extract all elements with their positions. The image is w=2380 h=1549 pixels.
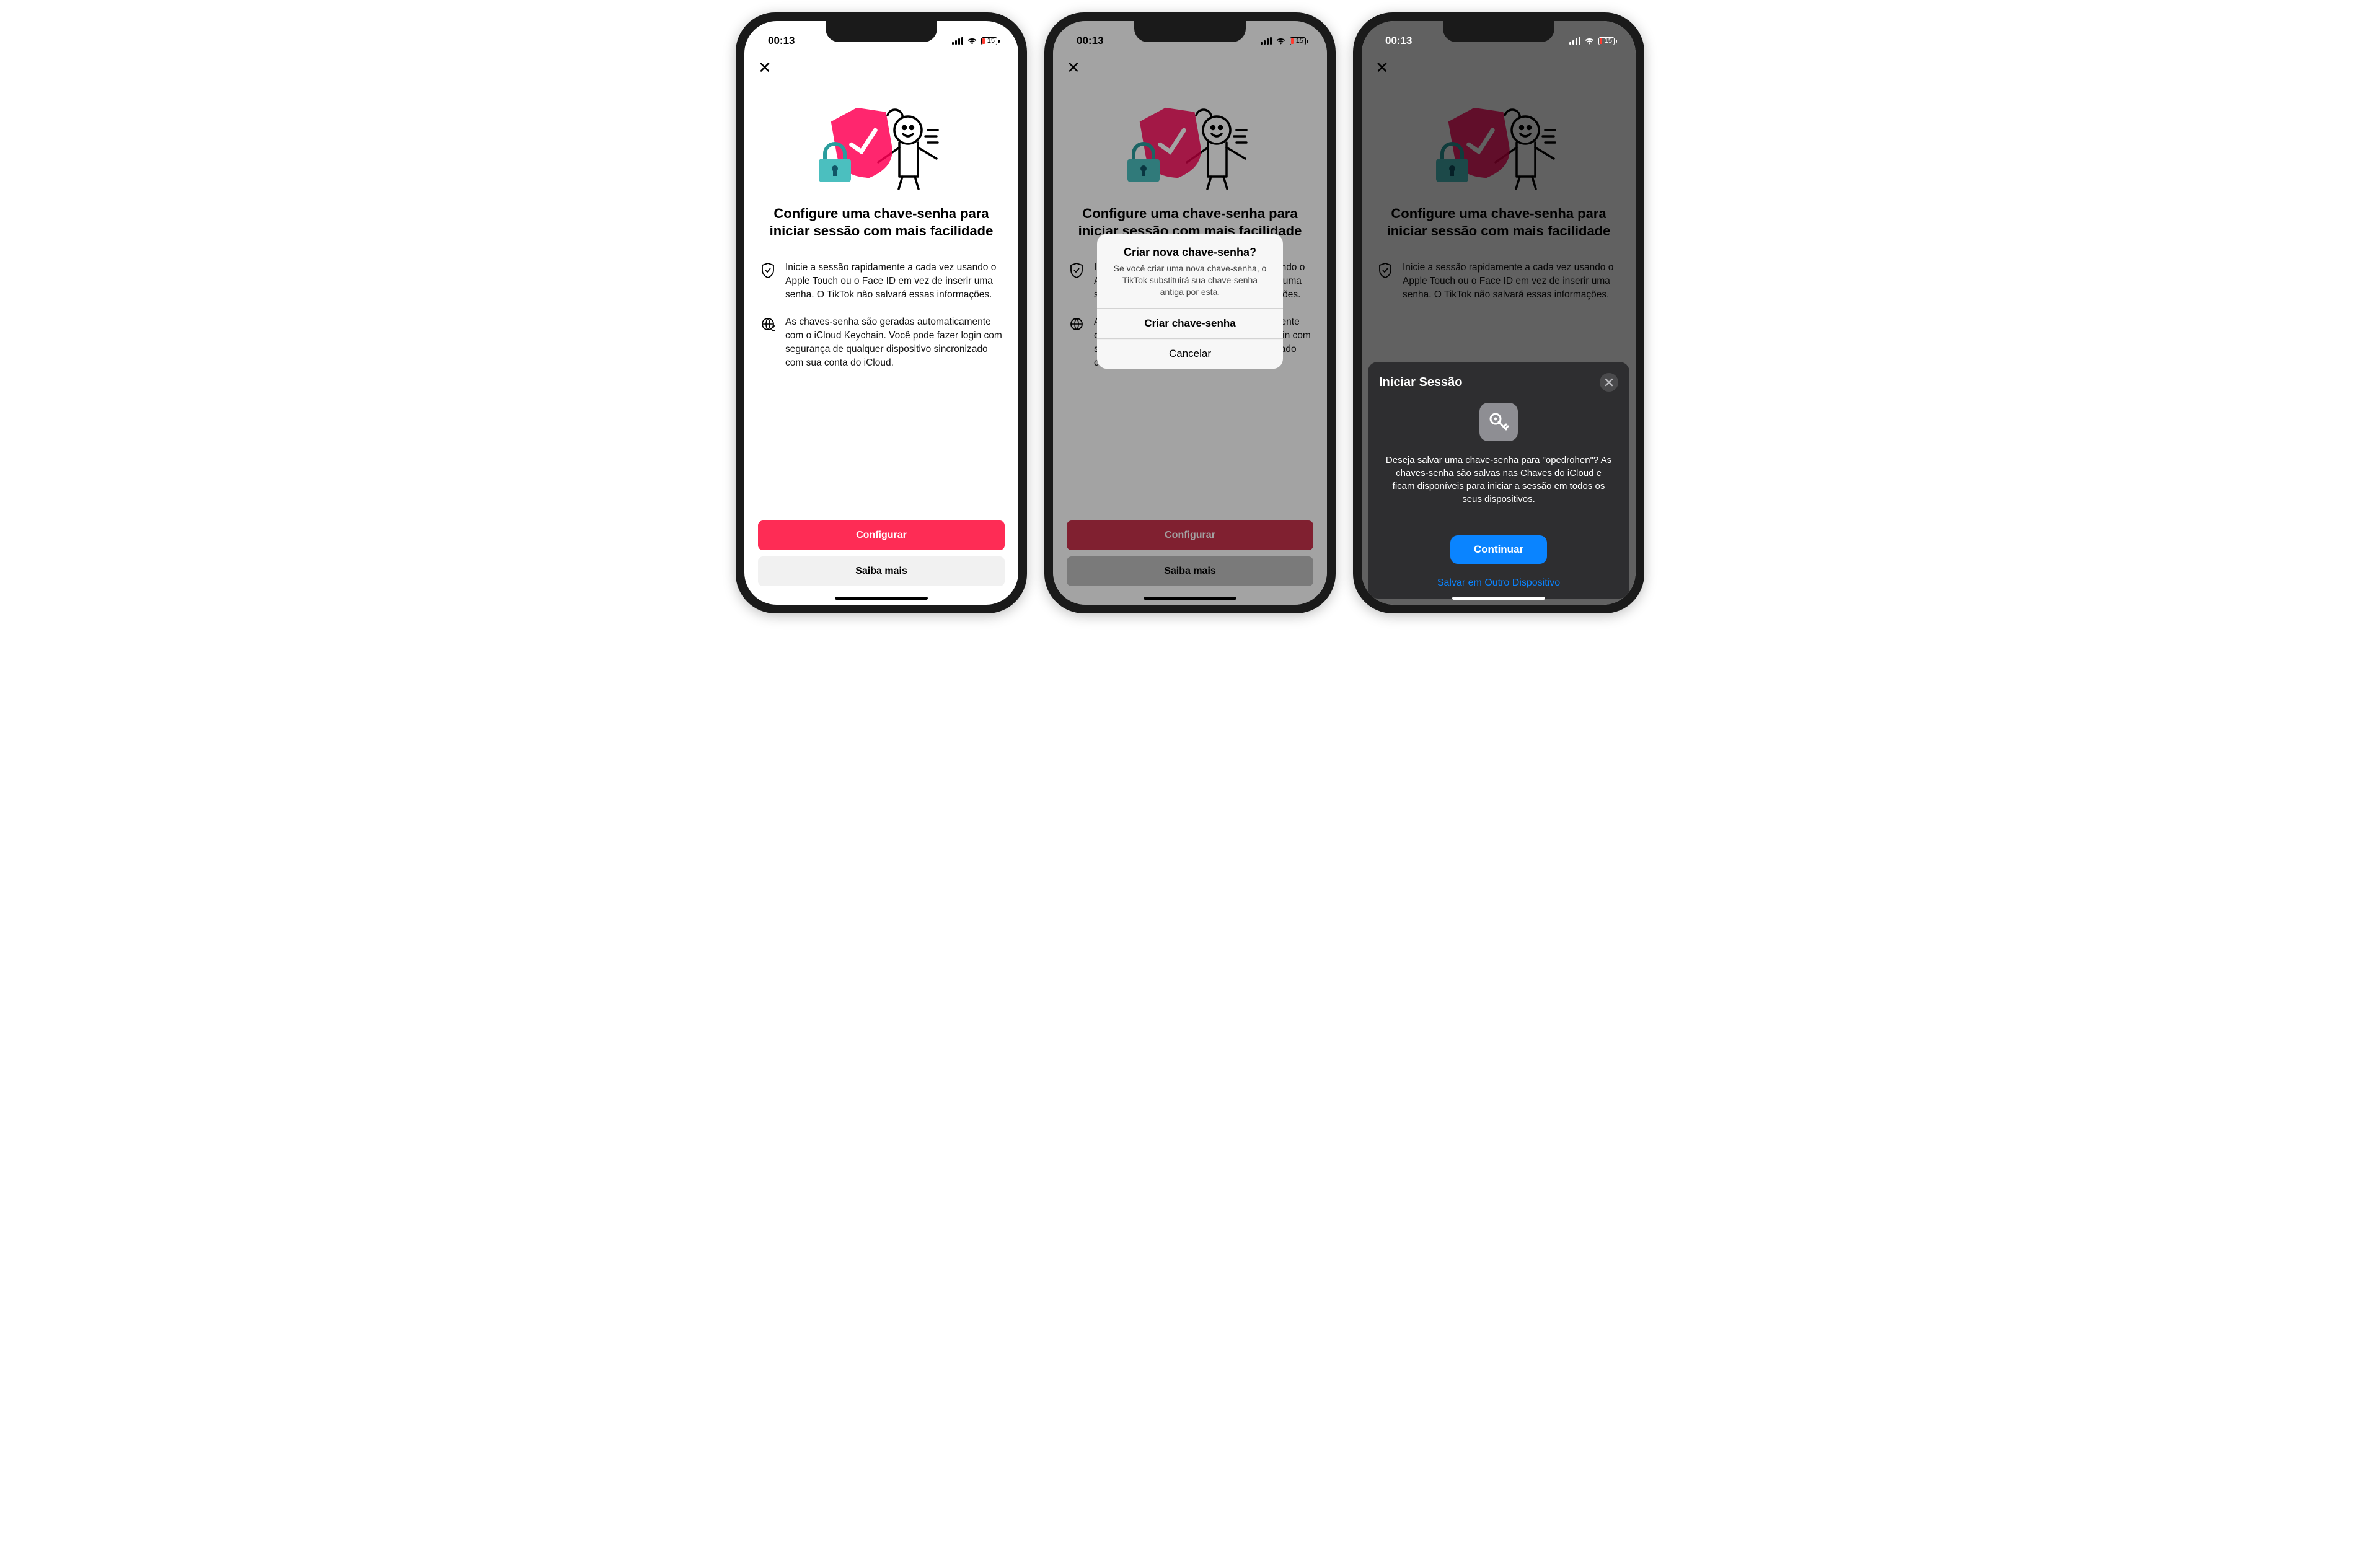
battery-icon: 15 [1598,37,1617,45]
alert-cancel-button[interactable]: Cancelar [1097,338,1283,369]
cellular-signal-icon [1261,37,1272,45]
page-title: Configure uma chave-senha para iniciar s… [763,205,1000,240]
phone-mockup-3: 00:13 15 ✕ [1353,12,1644,613]
configure-button[interactable]: Configurar [758,520,1005,550]
cellular-signal-icon [1569,37,1580,45]
status-time: 00:13 [768,35,795,47]
sheet-title: Iniciar Sessão [1379,375,1463,390]
status-time: 00:13 [1077,35,1103,47]
globe-sync-icon [760,315,777,370]
passkey-illustration [763,82,1000,194]
shield-check-icon [760,261,777,302]
alert-title: Criar nova chave-senha? [1109,246,1271,259]
wifi-icon [967,37,977,45]
alert-message: Se você criar uma nova chave-senha, o Ti… [1109,263,1271,298]
phone-mockup-2: 00:13 15 ✕ [1044,12,1336,613]
phone-mockup-1: 00:13 15 ✕ [736,12,1027,613]
wifi-icon [1584,37,1595,45]
device-notch [826,21,937,42]
cellular-signal-icon [952,37,963,45]
home-indicator[interactable] [835,597,928,600]
battery-icon: 15 [1290,37,1308,45]
status-time: 00:13 [1385,35,1412,47]
device-notch [1443,21,1554,42]
bullet-2-text: As chaves-senha são geradas automaticame… [785,315,1002,370]
continue-button[interactable]: Continuar [1450,535,1547,564]
alert-create-button[interactable]: Criar chave-senha [1097,308,1283,338]
wifi-icon [1276,37,1286,45]
battery-icon: 15 [981,37,1000,45]
bullet-1-text: Inicie a sessão rapidamente a cada vez u… [785,261,1002,302]
home-indicator[interactable] [1144,597,1236,600]
home-indicator[interactable] [1452,597,1545,600]
sheet-close-button[interactable] [1600,373,1618,392]
key-icon [1479,403,1518,441]
close-button[interactable]: ✕ [758,58,772,77]
sheet-body-text: Deseja salvar uma chave-senha para "oped… [1379,454,1618,506]
create-passkey-alert: Criar nova chave-senha? Se você criar um… [1097,234,1283,369]
save-passkey-sheet: Iniciar Sessão Deseja salvar uma chave-s… [1368,362,1629,599]
device-notch [1134,21,1246,42]
save-other-device-link[interactable]: Salvar em Outro Dispositivo [1379,573,1618,591]
learn-more-button[interactable]: Saiba mais [758,556,1005,586]
